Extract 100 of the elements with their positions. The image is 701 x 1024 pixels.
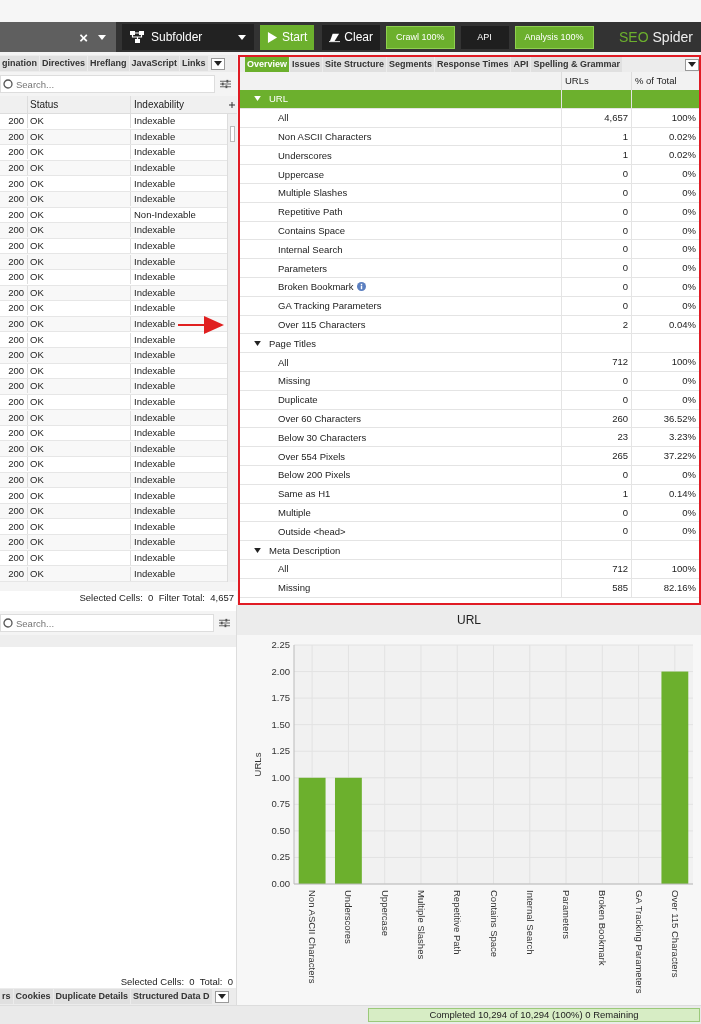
caret-icon[interactable] xyxy=(98,34,106,40)
table-cell: 3.23% xyxy=(631,428,699,447)
table-cell: OK xyxy=(27,207,130,222)
url-field[interactable]: × xyxy=(0,22,116,52)
group-row[interactable]: Page Titles xyxy=(240,334,699,354)
tab[interactable]: Directives xyxy=(40,56,88,71)
expand-icon[interactable] xyxy=(254,547,261,553)
table-cell-text: 200 xyxy=(7,285,25,300)
row-label[interactable]: Over 60 Characters xyxy=(278,413,361,425)
tick-label: 0.25 xyxy=(271,851,290,863)
row-label[interactable]: Multiple Slashes xyxy=(278,187,348,199)
search-field[interactable]: Search... xyxy=(0,614,214,632)
info-icon[interactable] xyxy=(356,282,366,292)
row-label[interactable]: Missing xyxy=(278,375,311,387)
clear-field-button[interactable]: × xyxy=(79,28,88,46)
group-label: Meta Description xyxy=(269,544,341,556)
add-column-icon[interactable] xyxy=(229,101,235,108)
tick-label: 2.25 xyxy=(271,639,290,650)
tab[interactable]: gination xyxy=(0,56,39,71)
row-label[interactable]: Duplicate xyxy=(278,394,318,406)
row-label[interactable]: All xyxy=(278,112,289,124)
tab[interactable]: Cookies xyxy=(13,989,53,1004)
filter-settings-icon[interactable] xyxy=(220,79,231,89)
category-label: GA Tracking Parameters xyxy=(633,890,645,994)
tab-menu-button[interactable] xyxy=(214,990,229,1003)
table-cell: 82.16% xyxy=(631,578,699,597)
table-cell: OK xyxy=(27,550,130,565)
tick-label: 0.00 xyxy=(271,878,290,889)
tab-menu-button[interactable] xyxy=(210,57,225,70)
row-label[interactable]: GA Tracking Parameters xyxy=(278,300,382,312)
row-label[interactable]: Contains Space xyxy=(278,225,346,237)
row-label[interactable]: Non ASCII Characters xyxy=(278,131,372,143)
table-cell-text: 200 xyxy=(7,145,25,160)
table-cell: 0% xyxy=(631,202,699,221)
table-cell: OK xyxy=(27,114,130,129)
table-cell-text: 200 xyxy=(7,519,25,534)
table-cell: OK xyxy=(27,363,130,378)
table-cell: 0 xyxy=(561,165,631,184)
table-cell: 0 xyxy=(561,503,631,522)
row-label[interactable]: Missing xyxy=(278,582,311,594)
row-label[interactable]: Multiple xyxy=(278,507,311,519)
column-header[interactable]: Status xyxy=(27,96,130,113)
tab[interactable]: JavaScript xyxy=(129,56,180,71)
tab[interactable]: Response Times xyxy=(435,57,511,72)
table-cell-text: 200 xyxy=(7,488,25,503)
tick-label: 1.25 xyxy=(271,745,290,757)
scrollbar[interactable] xyxy=(227,114,237,582)
row-label[interactable]: Broken Bookmark xyxy=(278,281,354,293)
table-cell-text: 200 xyxy=(7,301,25,316)
caret-icon xyxy=(217,994,226,999)
table-cell-text: 200 xyxy=(7,426,25,441)
table-cell: 1 xyxy=(561,127,631,146)
table-cell-text: 200 xyxy=(7,535,25,550)
row-label[interactable]: Parameters xyxy=(278,262,328,274)
tab[interactable]: Spelling & Grammar xyxy=(531,57,622,72)
column-header[interactable]: Indexability xyxy=(130,96,227,113)
tab[interactable]: Structured Data D xyxy=(131,989,212,1004)
mode-dropdown[interactable]: Subfolder xyxy=(122,24,254,50)
table-cell: 2 xyxy=(561,315,631,334)
row-label[interactable]: All xyxy=(278,563,289,575)
row-label[interactable]: Internal Search xyxy=(278,243,343,255)
tab-menu-button[interactable] xyxy=(685,58,699,71)
row-label[interactable]: Same as H1 xyxy=(278,488,331,500)
clear-button[interactable]: Clear xyxy=(322,24,381,50)
row-label[interactable]: Over 115 Characters xyxy=(278,319,366,331)
table-cell: OK xyxy=(27,270,130,285)
table-cell: 100% xyxy=(631,108,699,127)
scrollbar[interactable] xyxy=(0,581,237,591)
tab[interactable]: Site Structure xyxy=(323,57,387,72)
tab[interactable]: Segments xyxy=(387,57,435,72)
row-label[interactable]: Below 200 Pixels xyxy=(278,469,351,481)
table-cell: 712 xyxy=(561,353,631,372)
tab[interactable]: Duplicate Details xyxy=(53,989,131,1004)
tab[interactable]: rs xyxy=(0,989,13,1004)
table-cell: 1 xyxy=(561,484,631,503)
row-label[interactable]: Over 554 Pixels xyxy=(278,450,346,462)
row-label[interactable]: Repetitive Path xyxy=(278,206,343,218)
expand-icon[interactable] xyxy=(254,340,261,346)
row-label[interactable]: Uppercase xyxy=(278,168,324,180)
tab[interactable]: Issues xyxy=(290,57,323,72)
row-label[interactable]: Underscores xyxy=(278,149,332,161)
filter-settings-icon[interactable] xyxy=(219,618,230,628)
table-cell-text: 200 xyxy=(7,239,25,254)
row-label[interactable]: Below 30 Characters xyxy=(278,431,367,443)
table-cell: 0 xyxy=(561,390,631,409)
row-label[interactable]: Outside <head> xyxy=(278,525,346,537)
tab[interactable]: API xyxy=(511,57,531,72)
tab[interactable]: Links xyxy=(180,56,208,71)
table-cell: 100% xyxy=(631,559,699,578)
table-cell: OK xyxy=(27,145,130,160)
table-cell: 265 xyxy=(561,447,631,466)
group-row[interactable]: Meta Description xyxy=(240,541,699,560)
search-field[interactable]: Search... xyxy=(0,75,215,93)
tab[interactable]: Hreflang xyxy=(88,56,129,71)
category-label: Multiple Slashes xyxy=(415,890,427,960)
row-label[interactable]: All xyxy=(278,356,289,368)
table-cell: OK xyxy=(27,129,130,144)
tick-label: 1.00 xyxy=(271,771,290,783)
table-cell: 36.52% xyxy=(631,409,699,428)
table-cell-text: 200 xyxy=(7,363,25,378)
